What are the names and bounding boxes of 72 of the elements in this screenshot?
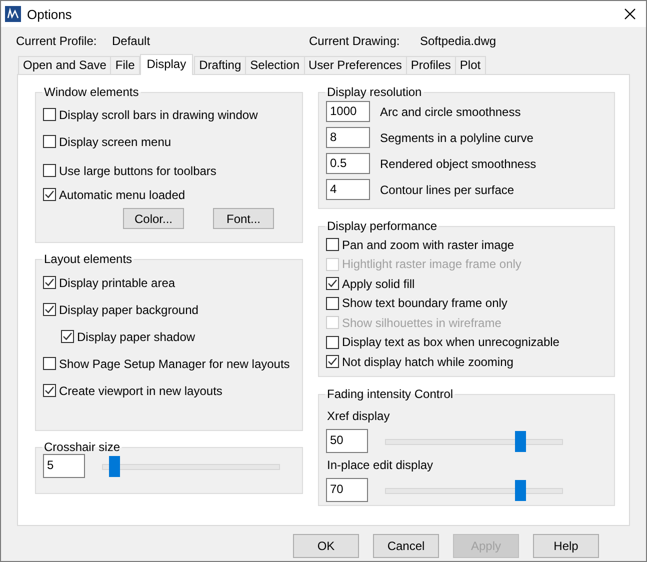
group-title: Display resolution — [326, 85, 423, 99]
group-title: Layout elements — [43, 252, 134, 266]
slider-thumb[interactable] — [515, 480, 526, 500]
tab[interactable]: Plot — [454, 56, 486, 74]
slider[interactable] — [102, 456, 280, 476]
checkbox-label: Not display hatch while zooming — [342, 354, 514, 369]
group-title: Crosshair size — [43, 440, 122, 454]
tab[interactable]: File — [110, 56, 140, 74]
info-label: Current Profile: — [16, 34, 98, 50]
checkbox[interactable] — [43, 108, 56, 121]
input-field[interactable]: 1000 — [326, 101, 370, 122]
close-icon[interactable] — [624, 8, 636, 20]
checkbox-label: Automatic menu loaded — [59, 188, 186, 202]
input-field[interactable]: 4 — [326, 179, 370, 200]
checkbox-label: Show silhouettes in wireframe — [342, 316, 502, 330]
checkbox-label: Use large buttons for toolbars — [59, 164, 216, 178]
checkbox[interactable] — [326, 296, 339, 310]
field-label: Arc and circle smoothness — [380, 104, 521, 118]
checkbox-label: Create viewport in new layouts — [59, 384, 222, 398]
window-title: Options — [27, 6, 72, 22]
checkbox[interactable] — [43, 384, 56, 397]
dialog-button[interactable]: Color... — [123, 208, 184, 229]
group-title: Fading intensity Control — [326, 387, 454, 401]
dialog-button[interactable]: Cancel — [373, 534, 439, 558]
slider-label: In-place edit display — [327, 458, 434, 472]
checkbox[interactable] — [43, 357, 56, 370]
checkbox-label: Display printable area — [59, 276, 176, 290]
info-label: Current Drawing: — [309, 34, 401, 50]
field-label: Contour lines per surface — [380, 182, 514, 196]
app-icon — [5, 6, 21, 22]
info-value: Default — [112, 34, 152, 50]
tab[interactable]: Drafting — [194, 56, 246, 74]
checkbox-label: Display scroll bars in drawing window — [59, 108, 258, 122]
checkbox[interactable] — [61, 330, 74, 343]
input-field[interactable]: 70 — [326, 478, 368, 502]
slider-label: Xref display — [327, 409, 391, 423]
input-field[interactable]: 50 — [326, 429, 368, 453]
input-field[interactable]: 5 — [43, 454, 85, 478]
checkbox-label: Apply solid fill — [342, 276, 415, 291]
tab[interactable]: Display — [140, 54, 194, 75]
slider-thumb[interactable] — [515, 430, 526, 452]
checkbox[interactable] — [326, 336, 339, 349]
slider[interactable] — [385, 480, 563, 500]
checkbox-label: Hightlight raster image frame only — [342, 257, 522, 272]
input-field[interactable]: 8 — [326, 127, 370, 148]
checkbox[interactable] — [43, 164, 56, 177]
field-label: Rendered object smoothness — [380, 156, 536, 170]
dialog-button[interactable]: Font... — [213, 208, 274, 229]
input-field[interactable]: 0.5 — [326, 153, 370, 174]
checkbox[interactable] — [326, 277, 339, 290]
tab[interactable]: Open and Save — [18, 56, 112, 74]
checkbox-label: Display text as box when unrecognizable — [342, 335, 560, 350]
checkbox-label: Display screen menu — [59, 134, 172, 148]
checkbox[interactable] — [43, 276, 56, 289]
field-label: Segments in a polyline curve — [380, 130, 534, 144]
checkbox-label: Show text boundary frame only — [342, 296, 508, 310]
checkbox-label: Display paper shadow — [77, 330, 196, 344]
group-title: Display performance — [326, 219, 438, 233]
checkbox-label: Show Page Setup Manager for new layouts — [59, 356, 290, 370]
dialog-button[interactable]: Help — [533, 534, 599, 558]
checkbox[interactable] — [326, 355, 339, 368]
checkbox[interactable] — [326, 238, 339, 252]
slider[interactable] — [385, 430, 563, 452]
checkbox-label: Pan and zoom with raster image — [342, 238, 514, 252]
checkbox[interactable] — [43, 188, 56, 201]
checkbox[interactable] — [43, 135, 56, 148]
checkbox[interactable] — [43, 303, 56, 316]
group-title: Window elements — [43, 85, 140, 99]
checkbox-label: Display paper background — [59, 302, 198, 316]
slider-thumb[interactable] — [108, 456, 120, 476]
info-value: Softpedia.dwg — [420, 34, 498, 50]
dialog-button[interactable]: OK — [293, 534, 359, 558]
